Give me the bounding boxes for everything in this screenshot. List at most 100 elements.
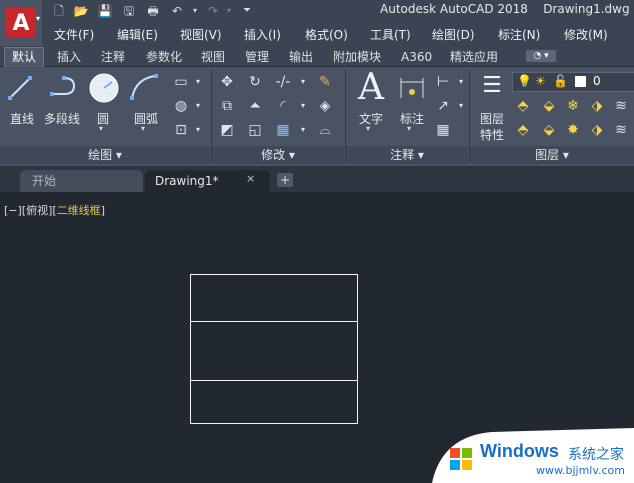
menu-dimension[interactable]: 标注(N) xyxy=(498,26,540,43)
erase-icon[interactable]: ✎ xyxy=(316,74,334,90)
layer-make-current-icon[interactable]: ⬘ xyxy=(514,122,532,138)
layer-unisolate-icon[interactable]: ⬙ xyxy=(540,122,558,138)
layer-unlock-icon[interactable]: ⬗ xyxy=(588,122,606,138)
print-icon[interactable]: 🖶 xyxy=(144,3,162,19)
draw-panel-title[interactable]: 绘图 ▾ xyxy=(0,146,210,164)
circle-icon[interactable] xyxy=(88,72,120,104)
menu-view[interactable]: 视图(V) xyxy=(180,26,222,43)
arc-dropdown-icon[interactable]: ▾ xyxy=(141,124,145,133)
offset-icon[interactable]: ⌓ xyxy=(316,122,334,138)
ribbon-minimize-icon[interactable]: ◔ ▾ xyxy=(526,50,556,62)
undo-icon[interactable]: ↶ xyxy=(168,3,186,19)
tab-default[interactable]: 默认 xyxy=(4,47,44,67)
window-title: Autodesk AutoCAD 2018 Drawing1.dwg xyxy=(380,2,630,16)
layer-match-icon[interactable]: ≋ xyxy=(612,98,630,114)
save-icon[interactable]: 💾 xyxy=(96,3,114,19)
explode-icon[interactable]: ◈ xyxy=(316,98,334,114)
fillet-icon[interactable]: ◜ xyxy=(274,98,292,114)
layer-name-value: 0 xyxy=(593,74,601,88)
trim-dropdown-icon[interactable]: ▾ xyxy=(294,74,312,90)
linear-dimension-dropdown-icon[interactable]: ▾ xyxy=(452,74,470,90)
redo-dropdown-icon[interactable]: ▾ xyxy=(220,3,238,19)
circle-dropdown-icon[interactable]: ▾ xyxy=(99,124,103,133)
trim-icon[interactable]: -/- xyxy=(274,74,292,90)
arc-icon[interactable] xyxy=(128,72,160,102)
layer-off-icon[interactable]: ⬘ xyxy=(514,98,532,114)
tab-parametric[interactable]: 参数化 xyxy=(146,48,182,66)
stretch-icon[interactable]: ◩ xyxy=(218,122,236,138)
tab-annotate[interactable]: 注释 xyxy=(101,48,125,66)
polyline-button-label[interactable]: 多段线 xyxy=(44,110,80,127)
customize-dropdown-icon[interactable]: ⏷ xyxy=(238,3,256,19)
polyline-icon[interactable] xyxy=(48,72,80,102)
modify-panel-title[interactable]: 修改 ▾ xyxy=(212,146,344,164)
copy-icon[interactable]: ⧉ xyxy=(218,98,236,114)
layer-dropdown[interactable]: 💡 ☀ 🔓 0 xyxy=(512,72,634,92)
sun-icon[interactable]: ☀ xyxy=(535,74,546,88)
annotation-panel-title[interactable]: 注释 ▾ xyxy=(346,146,468,164)
fillet-dropdown-icon[interactable]: ▾ xyxy=(294,98,312,114)
undo-dropdown-icon[interactable]: ▾ xyxy=(186,3,204,19)
open-icon[interactable]: 📂 xyxy=(72,3,90,19)
unlock-icon[interactable]: 🔓 xyxy=(553,74,568,88)
dimension-button-label[interactable]: 标注 xyxy=(400,110,424,127)
text-button-label[interactable]: 文字 xyxy=(359,110,383,127)
text-icon[interactable]: A xyxy=(356,68,386,108)
tab-featured-apps[interactable]: 精选应用 xyxy=(450,48,498,66)
linear-dimension-icon[interactable]: ⊢ xyxy=(434,74,452,90)
mirror-icon[interactable]: ⏶ xyxy=(246,98,264,114)
tab-view[interactable]: 视图 xyxy=(201,48,225,66)
menu-file[interactable]: 文件(F) xyxy=(54,26,94,43)
scale-icon[interactable]: ◱ xyxy=(246,122,264,138)
tab-insert[interactable]: 插入 xyxy=(57,48,81,66)
boundary-icon[interactable]: ⊡ xyxy=(172,122,190,138)
array-dropdown-icon[interactable]: ▾ xyxy=(294,122,312,138)
menu-draw[interactable]: 绘图(D) xyxy=(432,26,475,43)
layer-properties-label-1[interactable]: 图层 xyxy=(480,110,504,127)
hatch-icon[interactable]: ◍ xyxy=(172,98,190,114)
file-tab-start[interactable]: 开始 xyxy=(20,170,143,192)
tab-output[interactable]: 输出 xyxy=(289,48,313,66)
leader-icon[interactable]: ↗ xyxy=(434,98,452,114)
layer-properties-icon[interactable]: ☰ xyxy=(478,72,506,100)
lightbulb-icon[interactable]: 💡 xyxy=(517,74,532,88)
line-button-label[interactable]: 直线 xyxy=(10,110,34,127)
layer-isolate-icon[interactable]: ⬙ xyxy=(540,98,558,114)
menu-modify[interactable]: 修改(M) xyxy=(564,26,608,43)
layer-color-swatch[interactable] xyxy=(575,76,586,87)
menu-tools[interactable]: 工具(T) xyxy=(370,26,411,43)
hatch-dropdown-icon[interactable]: ▾ xyxy=(189,98,207,114)
text-dropdown-icon[interactable]: ▾ xyxy=(366,124,370,133)
application-menu-button[interactable]: A xyxy=(0,0,42,46)
rectangle-dropdown-icon[interactable]: ▾ xyxy=(189,74,207,90)
layer-thaw-icon[interactable]: ✸ xyxy=(564,122,582,138)
dimension-icon[interactable] xyxy=(398,74,426,102)
dimension-dropdown-icon[interactable]: ▾ xyxy=(407,124,411,133)
menu-edit[interactable]: 编辑(E) xyxy=(117,26,158,43)
rectangle-icon[interactable]: ▭ xyxy=(172,74,190,90)
move-icon[interactable]: ✥ xyxy=(218,74,236,90)
table-icon[interactable]: ▦ xyxy=(434,122,452,138)
layer-copy-icon[interactable]: ≋ xyxy=(612,122,630,138)
arc-button-label[interactable]: 圆弧 xyxy=(134,110,158,127)
close-tab-icon[interactable]: × xyxy=(246,172,255,185)
new-icon[interactable]: 🗋 xyxy=(50,3,68,19)
rotate-icon[interactable]: ↻ xyxy=(246,74,264,90)
layer-lock-icon[interactable]: ⬗ xyxy=(588,98,606,114)
array-icon[interactable]: ▦ xyxy=(274,122,292,138)
tab-a360[interactable]: A360 xyxy=(401,48,432,66)
layers-panel-title[interactable]: 图层 ▾ xyxy=(470,146,634,164)
menu-format[interactable]: 格式(O) xyxy=(305,26,348,43)
boundary-dropdown-icon[interactable]: ▾ xyxy=(189,122,207,138)
leader-dropdown-icon[interactable]: ▾ xyxy=(452,98,470,114)
tab-addins[interactable]: 附加模块 xyxy=(333,48,381,66)
rectangle-shape[interactable] xyxy=(190,274,358,424)
new-tab-icon[interactable]: + xyxy=(277,173,293,187)
layer-properties-label-2[interactable]: 特性 xyxy=(480,126,504,143)
saveas-icon[interactable]: 🖫 xyxy=(120,3,138,19)
line-icon[interactable] xyxy=(6,72,34,102)
tab-manage[interactable]: 管理 xyxy=(245,48,269,66)
menu-insert[interactable]: 插入(I) xyxy=(244,26,281,43)
layer-freeze-icon[interactable]: ❄ xyxy=(564,98,582,114)
watermark-brand: Windows xyxy=(480,441,559,461)
